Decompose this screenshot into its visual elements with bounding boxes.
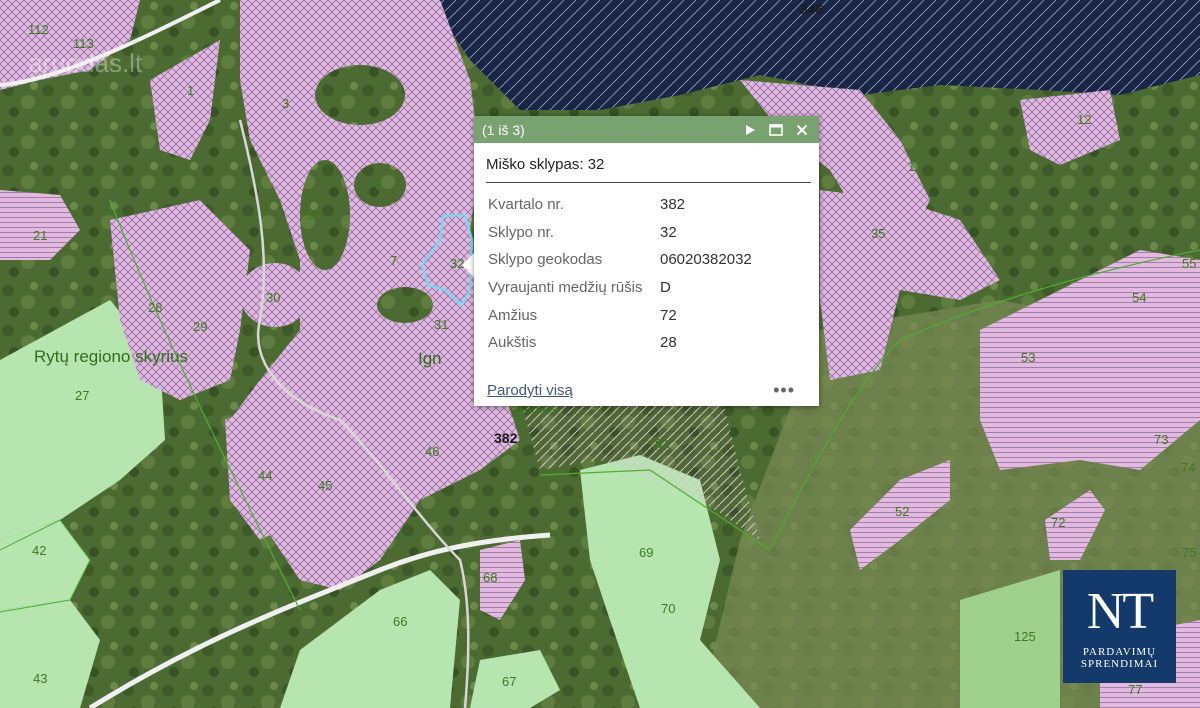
parcel-label: 75: [1182, 545, 1196, 560]
popup-header: (1 iš 3): [474, 116, 819, 143]
maximize-icon[interactable]: [765, 119, 787, 141]
parcel-label: 74: [1181, 460, 1195, 475]
attribute-key: Sklypo geokodas: [488, 251, 603, 269]
attribute-key: Sklypo nr.: [488, 223, 554, 241]
parcel-label: 55: [1182, 256, 1196, 271]
parcel-label: 31: [434, 317, 448, 332]
attribute-row: Aukštis 28: [486, 329, 752, 357]
parcel-label: 35: [871, 226, 885, 241]
attribute-key: Vyraujanti medžių rūšis: [488, 279, 643, 297]
attribute-row: Kvartalo nr. 382: [486, 191, 752, 219]
parcel-label: 44: [258, 468, 272, 483]
parcel-label: 7: [390, 253, 397, 268]
parcel-label: 46: [425, 444, 439, 459]
parcel-label: 3: [282, 96, 289, 111]
parcel-label: 112: [28, 22, 49, 37]
parcel-label: 42: [32, 543, 46, 558]
brand-logo: NT PARDAVIMŲ SPRENDIMAI: [1063, 570, 1176, 683]
parcel-label: 69: [639, 545, 653, 560]
more-options-icon[interactable]: •••: [773, 380, 795, 401]
parcel-label: 28: [148, 300, 162, 315]
parcel-label: 6: [307, 207, 314, 222]
region-label: Rytų regiono skyrius: [34, 347, 188, 366]
attribute-row: Amžius 72: [486, 301, 752, 329]
attribute-value: D: [660, 279, 671, 297]
parcel-label: 67: [502, 674, 516, 689]
attribute-value: 06020382032: [660, 251, 752, 269]
close-icon[interactable]: [791, 119, 813, 141]
parcel-label: 73: [1154, 432, 1168, 447]
quarter-label: 346: [800, 1, 824, 17]
parcel-label: 51: [655, 436, 669, 451]
attribute-value: 28: [660, 334, 677, 352]
parcel-label: 43: [33, 671, 47, 686]
parcel-label: 45: [318, 478, 332, 493]
veg-island-4: [315, 65, 405, 125]
parcel-label: 5: [375, 178, 382, 193]
attribute-row: Sklypo geokodas 06020382032: [486, 246, 752, 274]
parcel-label: 77: [1128, 682, 1142, 697]
logo-line-1: PARDAVIMŲ: [1082, 646, 1157, 658]
park-label: Ign: [418, 349, 442, 368]
attribute-key: Kvartalo nr.: [488, 196, 564, 214]
parcel-label: 12: [1077, 112, 1091, 127]
attribute-value: 382: [660, 196, 686, 214]
watermark: aruodas.lt: [28, 48, 143, 78]
parcel-label: 70: [661, 601, 675, 616]
play-icon[interactable]: [739, 119, 761, 141]
popup-pointer: [462, 253, 474, 277]
parcel-label: 68: [483, 570, 497, 585]
quarter-label: 382: [494, 430, 518, 446]
parcel-label: 27: [75, 388, 89, 403]
logo-line-2: SPRENDIMAI: [1080, 658, 1159, 670]
parcel-label: 4: [373, 74, 380, 89]
logo-mark: NT: [1086, 583, 1154, 640]
veg-island-31: [377, 287, 433, 323]
popup-body: Miško sklypas: 32 Kvartalo nr. 382 Sklyp…: [474, 143, 819, 357]
popup-counter: (1 iš 3): [482, 121, 525, 138]
attribute-row: Sklypo nr. 32: [486, 219, 752, 247]
parcel-label: 11: [908, 159, 922, 174]
parcel-label: 29: [193, 319, 207, 334]
parcel-label: 1: [187, 83, 194, 98]
parcel-label: 52: [895, 504, 909, 519]
popup-title: Miško sklypas: 32: [486, 143, 811, 183]
attribute-key: Amžius: [488, 306, 538, 324]
popup-footer: Parodyti visą •••: [487, 380, 795, 401]
parcel-label: 54: [1132, 290, 1146, 305]
feature-popup: (1 iš 3) Miško sklypas: 32 Kvartalo nr. …: [474, 116, 819, 406]
parcel-label: 66: [393, 614, 407, 629]
attribute-value: 72: [660, 306, 677, 324]
parcel-label: 125: [1014, 629, 1036, 644]
attribute-value: 32: [660, 223, 677, 241]
parcel-label: 53: [1021, 350, 1035, 365]
parcel-label: 30: [266, 290, 280, 305]
attribute-row: Vyraujanti medžių rūšis D: [486, 274, 752, 302]
attribute-key: Aukštis: [488, 334, 537, 352]
attribute-table: Kvartalo nr. 382 Sklypo nr. 32 Sklypo ge…: [486, 191, 752, 357]
parcel-label: 72: [1051, 515, 1065, 530]
parcel-label: 21: [33, 228, 47, 243]
show-all-link[interactable]: Parodyti visą: [487, 382, 573, 399]
